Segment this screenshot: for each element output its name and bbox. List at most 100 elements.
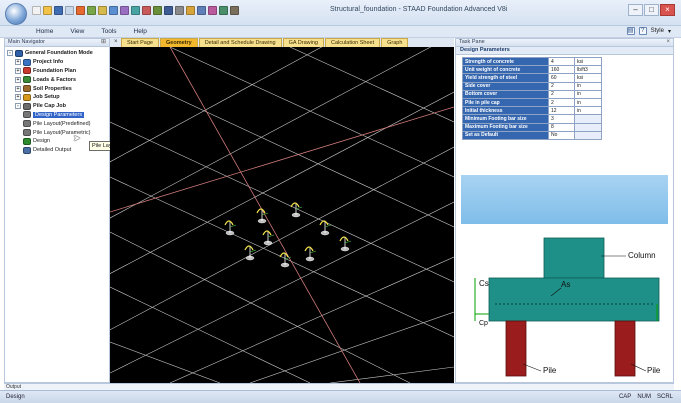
design-parameters-table: Strength of concrete 4 ksi Unit weight of c…	[462, 56, 602, 140]
minimize-button[interactable]: –	[628, 4, 643, 16]
pile-marker[interactable]	[339, 236, 352, 252]
status-text: Design	[6, 394, 25, 400]
tab-detail-and-schedule-drawing[interactable]: Detail and Schedule Drawing	[198, 38, 282, 47]
view-top-icon[interactable]	[142, 6, 151, 15]
parameter-value[interactable]: 60	[548, 73, 575, 83]
cs-label: Cs	[479, 279, 489, 288]
task-pane-header: Task Pane ×	[456, 39, 673, 47]
pile-marker[interactable]	[304, 246, 317, 262]
tree-node-icon	[23, 146, 31, 154]
close-icon[interactable]: ×	[666, 39, 670, 46]
tree-item[interactable]: Design Parameters	[7, 111, 109, 120]
pile-marker[interactable]	[290, 202, 303, 218]
render-icon[interactable]	[186, 6, 195, 15]
pile-rotation-arrow	[224, 220, 234, 226]
redo-icon[interactable]	[87, 6, 96, 15]
tree-item[interactable]: - General Foundation Mode	[7, 49, 109, 58]
cp-label: Cp	[479, 320, 488, 327]
title-bar: Structural_foundation - STAAD Foundation…	[0, 0, 681, 26]
wireframe-icon[interactable]	[175, 6, 184, 15]
view-front-icon[interactable]	[131, 6, 140, 15]
zoom-icon[interactable]	[98, 6, 107, 15]
parameter-row: Unit weight of concrete 160 lb/ft3	[462, 65, 602, 75]
isometric-icon[interactable]	[164, 6, 173, 15]
measure-icon[interactable]	[219, 6, 228, 15]
settings-icon[interactable]	[230, 6, 239, 15]
chevron-down-icon[interactable]: ▾	[668, 28, 671, 35]
expand-icon[interactable]: +	[15, 94, 21, 101]
tree-item[interactable]: + Job Setup	[7, 93, 109, 102]
collapse-icon[interactable]: -	[7, 50, 13, 57]
close-button[interactable]: ×	[660, 4, 675, 16]
parameter-value[interactable]: 160	[548, 65, 575, 75]
tree-node-icon	[15, 49, 23, 57]
help-icon[interactable]: ?	[638, 27, 647, 35]
x-axis-line	[110, 106, 454, 213]
pile-rotation-arrow	[319, 220, 329, 226]
expand-icon[interactable]: +	[15, 76, 21, 83]
parameter-unit: ksi	[574, 56, 602, 67]
parameter-value[interactable]: 2	[548, 89, 575, 99]
open-folder-icon[interactable]	[43, 6, 52, 15]
tree-item[interactable]: - Pile Cap Job	[7, 102, 109, 111]
pin-icon[interactable]: ⊞	[101, 39, 106, 46]
parameter-value[interactable]: 4	[548, 56, 575, 67]
tab-graph[interactable]: Graph	[381, 38, 409, 47]
print-icon[interactable]	[65, 6, 74, 15]
pile-marker[interactable]	[224, 220, 237, 236]
undo-icon[interactable]	[76, 6, 85, 15]
collapse-icon[interactable]: -	[15, 103, 21, 110]
tab-ga-drawing[interactable]: GA Drawing	[282, 38, 324, 47]
tree-node-icon	[23, 85, 31, 93]
save-icon[interactable]	[54, 6, 63, 15]
new-file-icon[interactable]	[32, 6, 41, 15]
parameter-value[interactable]: 2	[548, 97, 575, 108]
output-panel: Output	[4, 383, 674, 390]
parameter-value[interactable]: 3	[548, 114, 575, 124]
tree-item[interactable]: Pile Layout(Predefined)	[7, 119, 109, 128]
maximize-button[interactable]: □	[644, 4, 659, 16]
menu-tools[interactable]: Tools	[101, 28, 116, 35]
tab-close-icon[interactable]: ×	[114, 38, 120, 47]
parameter-row: Minimum Footing bar size 3	[462, 114, 602, 124]
grid-line	[110, 341, 221, 383]
tree-node-icon	[23, 137, 31, 145]
pan-icon[interactable]	[109, 6, 118, 15]
parameter-value[interactable]: 8	[548, 122, 575, 132]
tab-geometry[interactable]: Geometry	[160, 38, 198, 47]
parameter-value[interactable]: No	[548, 130, 575, 140]
pile-marker[interactable]	[319, 220, 332, 236]
select-icon[interactable]	[208, 6, 217, 15]
axis-icon[interactable]	[197, 6, 206, 15]
num-indicator: NUM	[637, 394, 651, 400]
tab-start-page[interactable]: Start Page	[121, 38, 159, 47]
tree-item[interactable]: + Soil Properties	[7, 84, 109, 93]
parameter-row: Yield strength of steel 60 ksi	[462, 73, 602, 83]
view-side-icon[interactable]	[153, 6, 162, 15]
parameter-row: Side cover 2 in	[462, 81, 602, 91]
menu-view[interactable]: View	[70, 28, 84, 35]
tab-calculation-sheet[interactable]: Calculation Sheet	[324, 38, 381, 47]
tree-item[interactable]: + Loads & Factors	[7, 75, 109, 84]
tree-item[interactable]: + Project Info	[7, 58, 109, 67]
parameter-value[interactable]: 2	[548, 81, 575, 91]
expand-icon[interactable]: +	[15, 85, 21, 92]
pile-axis	[229, 224, 237, 228]
tree-node-icon	[23, 93, 31, 101]
rotate-icon[interactable]	[120, 6, 129, 15]
app-menu-button[interactable]	[5, 3, 27, 25]
window-list-icon[interactable]: ▤	[626, 27, 635, 35]
menu-home[interactable]: Home	[36, 28, 53, 35]
style-dropdown[interactable]: Style	[651, 28, 664, 34]
tree-item[interactable]: Pile Layout(Parametric)	[7, 128, 109, 137]
pile-marker[interactable]	[279, 252, 292, 268]
parameter-value[interactable]: 12	[548, 106, 575, 116]
tree-item-label: Design Parameters	[33, 111, 85, 118]
tree-item[interactable]: + Foundation Plan	[7, 67, 109, 76]
grid-line	[329, 366, 454, 383]
pile-marker[interactable]	[262, 230, 275, 246]
menu-help[interactable]: Help	[134, 28, 147, 35]
expand-icon[interactable]: +	[15, 59, 21, 66]
3d-viewport[interactable]	[110, 47, 454, 383]
expand-icon[interactable]: +	[15, 67, 21, 74]
